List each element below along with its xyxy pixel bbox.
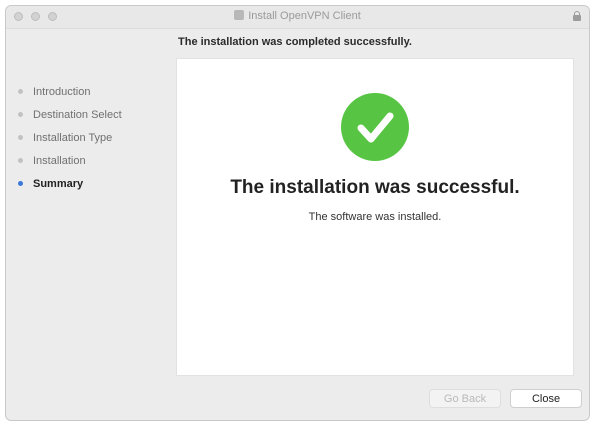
title-bar: Install OpenVPN Client (6, 6, 589, 29)
sidebar-step-summary: Summary (12, 172, 172, 195)
success-subtext: The software was installed. (308, 211, 442, 223)
step-bullet-icon (18, 158, 23, 163)
window-title-text: Install OpenVPN Client (248, 10, 361, 22)
sidebar-step-introduction: Introduction (12, 80, 172, 103)
sidebar-step-label: Installation Type (33, 131, 113, 144)
step-bullet-icon (18, 89, 23, 94)
sidebar-step-label: Installation (33, 154, 86, 167)
page-header: The installation was completed successfu… (178, 36, 412, 48)
success-heading: The installation was successful. (230, 177, 520, 198)
close-button[interactable]: Close (510, 389, 582, 408)
sidebar-step-label: Destination Select (33, 108, 122, 121)
package-icon (234, 10, 245, 20)
step-bullet-icon (18, 135, 23, 140)
window-title: Install OpenVPN Client (6, 10, 589, 22)
sidebar-step-label: Introduction (33, 85, 91, 98)
sidebar-step-label: Summary (33, 177, 84, 190)
content-panel: The installation was successful. The sof… (176, 58, 574, 376)
sidebar-step-installation: Installation (12, 149, 172, 172)
go-back-button[interactable]: Go Back (429, 389, 501, 408)
installer-steps-sidebar: Introduction Destination Select Installa… (12, 80, 172, 195)
step-bullet-icon (18, 112, 23, 117)
sidebar-step-destination-select: Destination Select (12, 103, 172, 126)
lock-icon[interactable] (573, 11, 581, 21)
step-bullet-icon (18, 181, 23, 186)
success-checkmark-icon (341, 93, 409, 161)
sidebar-step-installation-type: Installation Type (12, 126, 172, 149)
